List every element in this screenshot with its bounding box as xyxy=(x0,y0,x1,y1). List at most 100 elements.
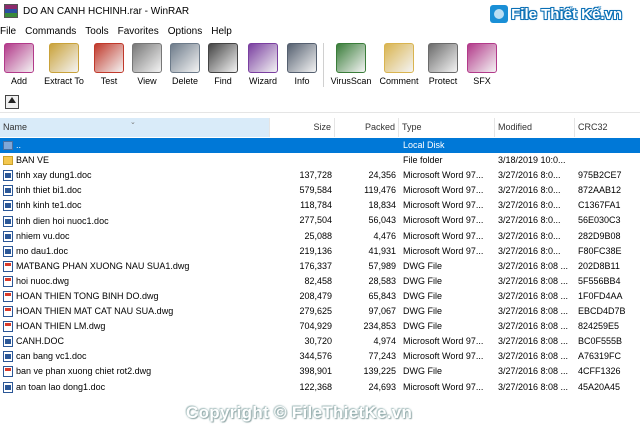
file-name: tinh xay dung1.doc xyxy=(16,170,92,181)
file-name: HOAN THIEN MAT CAT NAU SUA.dwg xyxy=(16,306,174,317)
file-crc32: EBCD4D7B xyxy=(578,306,626,317)
column-packed[interactable]: Packed xyxy=(335,118,399,137)
file-modified: 3/27/2016 8:08 ... xyxy=(498,381,569,392)
toolbar: Add Extract To Test View Delete Find Wizard Inf… xyxy=(0,41,640,89)
file-size: 279,625 xyxy=(299,306,332,317)
file-type: DWG File xyxy=(403,275,442,286)
file-crc32: F80FC38E xyxy=(578,245,622,256)
menu-favorites[interactable]: Favorites xyxy=(118,26,163,37)
file-size xyxy=(270,138,335,153)
file-list: .. Local Disk BAN VE File folder 3/18/2019 1… xyxy=(0,138,640,395)
file-packed: 4,476 xyxy=(373,230,396,241)
toolbar-virusscan-button[interactable]: VirusScan xyxy=(327,41,375,89)
file-type: DWG File xyxy=(403,290,442,301)
file-packed: 41,931 xyxy=(368,245,396,256)
toolbar-add-button[interactable]: Add xyxy=(0,41,38,89)
file-row[interactable]: hoi nuoc.dwg 82,458 28,583 DWG File 3/27/201… xyxy=(0,274,640,289)
file-packed: 4,974 xyxy=(373,336,396,347)
file-row[interactable]: BAN VE File folder 3/18/2019 10:0... xyxy=(0,153,640,168)
menu-file[interactable]: File xyxy=(0,26,20,37)
view-glasses-icon xyxy=(132,43,162,73)
column-modified[interactable]: Modified xyxy=(495,118,575,137)
file-crc32: C1367FA1 xyxy=(578,200,621,211)
file-row[interactable]: tinh dien hoi nuoc1.doc 277,504 56,043 Micr… xyxy=(0,213,640,228)
file-size: 30,720 xyxy=(304,336,332,347)
file-size: 118,784 xyxy=(300,200,332,211)
toolbar-label: Find xyxy=(214,76,232,86)
file-type: DWG File xyxy=(403,306,442,317)
menu-help[interactable]: Help xyxy=(211,26,236,37)
menu-tools[interactable]: Tools xyxy=(85,26,112,37)
word-doc-icon xyxy=(3,245,13,257)
file-packed: 77,243 xyxy=(368,351,396,362)
file-name: HOAN THIEN TONG BINH DO.dwg xyxy=(16,290,159,301)
column-size[interactable]: Size xyxy=(270,118,335,137)
file-row[interactable]: mo dau1.doc 219,136 41,931 Microsoft Word 9… xyxy=(0,244,640,259)
menu-commands[interactable]: Commands xyxy=(25,26,80,37)
file-row[interactable]: nhiem vu.doc 25,088 4,476 Microsoft Word 97… xyxy=(0,229,640,244)
file-packed: 234,853 xyxy=(363,321,396,332)
file-size: 277,504 xyxy=(299,215,332,226)
file-row[interactable]: HOAN THIEN TONG BINH DO.dwg 208,479 65,843… xyxy=(0,289,640,304)
file-row[interactable]: tinh xay dung1.doc 137,728 24,356 Microsoft… xyxy=(0,168,640,183)
file-row[interactable]: HOAN THIEN LM.dwg 704,929 234,853 DWG File 3… xyxy=(0,319,640,334)
file-row[interactable]: an toan lao dong1.doc 122,368 24,693 Micros… xyxy=(0,380,640,395)
file-type: DWG File xyxy=(403,321,442,332)
toolbar-protect-button[interactable]: Protect xyxy=(423,41,463,89)
toolbar-label: Extract To xyxy=(44,76,84,86)
toolbar-extract-to-button[interactable]: Extract To xyxy=(38,41,90,89)
toolbar-delete-button[interactable]: Delete xyxy=(166,41,204,89)
file-row[interactable]: .. Local Disk xyxy=(0,138,640,154)
file-type: File folder xyxy=(403,155,443,166)
file-name: tinh dien hoi nuoc1.doc xyxy=(16,215,109,226)
toolbar-test-button[interactable]: Test xyxy=(90,41,128,89)
menu-options[interactable]: Options xyxy=(168,26,206,37)
file-name-cell: tinh thiet bi1.doc xyxy=(0,183,270,198)
up-folder-icon[interactable] xyxy=(5,95,19,109)
file-type: Microsoft Word 97... xyxy=(403,185,484,196)
protect-shield-icon xyxy=(428,43,458,73)
word-doc-icon xyxy=(3,230,13,242)
file-row[interactable]: can bang vc1.doc 344,576 77,243 Microsoft W… xyxy=(0,349,640,364)
file-modified: 3/27/2016 8:0... xyxy=(498,215,561,226)
file-size: 219,136 xyxy=(299,245,332,256)
watermark-logo-text: File Thiết Kế.vn xyxy=(511,5,622,23)
file-row[interactable]: ban ve phan xuong chiet rot2.dwg 398,901 1… xyxy=(0,364,640,379)
file-size: 704,929 xyxy=(299,321,332,332)
word-doc-icon xyxy=(3,215,13,227)
column-type[interactable]: Type xyxy=(399,118,495,137)
file-name: ban ve phan xuong chiet rot2.dwg xyxy=(16,366,152,377)
toolbar-label: Test xyxy=(100,76,118,86)
toolbar-sfx-button[interactable]: SFX xyxy=(463,41,501,89)
toolbar-comment-button[interactable]: Comment xyxy=(375,41,423,89)
dwg-file-icon xyxy=(3,275,13,287)
file-row[interactable]: CANH.DOC 30,720 4,974 Microsoft Word 97... 3… xyxy=(0,334,640,349)
column-crc32[interactable]: CRC32 xyxy=(575,118,640,137)
toolbar-label: VirusScan xyxy=(330,76,372,86)
comment-icon xyxy=(384,43,414,73)
file-modified xyxy=(495,138,575,153)
file-row[interactable]: MATBANG PHAN XUONG NAU SUA1.dwg 176,337 57… xyxy=(0,259,640,274)
file-packed: 18,834 xyxy=(368,200,396,211)
file-modified: 3/27/2016 8:08 ... xyxy=(498,290,569,301)
file-row[interactable]: tinh thiet bi1.doc 579,584 119,476 Microsof… xyxy=(0,183,640,198)
file-packed: 56,043 xyxy=(368,215,396,226)
word-doc-icon xyxy=(3,170,13,182)
toolbar-find-button[interactable]: Find xyxy=(204,41,242,89)
file-crc32: 872AAB12 xyxy=(578,185,622,196)
file-size: 344,576 xyxy=(299,351,332,362)
toolbar-view-button[interactable]: View xyxy=(128,41,166,89)
toolbar-info-button[interactable]: Info xyxy=(284,41,320,89)
file-row[interactable]: tinh kinh te1.doc 118,784 18,834 Microsoft … xyxy=(0,198,640,213)
file-name: MATBANG PHAN XUONG NAU SUA1.dwg xyxy=(16,260,190,271)
file-row[interactable]: HOAN THIEN MAT CAT NAU SUA.dwg 279,625 97,… xyxy=(0,304,640,319)
file-crc32: A76319FC xyxy=(578,351,622,362)
file-name: can bang vc1.doc xyxy=(16,351,87,362)
file-name-cell: .. xyxy=(0,138,270,153)
file-name-cell: hoi nuoc.dwg xyxy=(0,274,270,289)
toolbar-wizard-button[interactable]: Wizard xyxy=(242,41,284,89)
file-size: 398,901 xyxy=(299,366,332,377)
file-crc32: 282D9B08 xyxy=(578,230,621,241)
file-modified: 3/27/2016 8:08 ... xyxy=(498,260,569,271)
file-type: Microsoft Word 97... xyxy=(403,230,484,241)
